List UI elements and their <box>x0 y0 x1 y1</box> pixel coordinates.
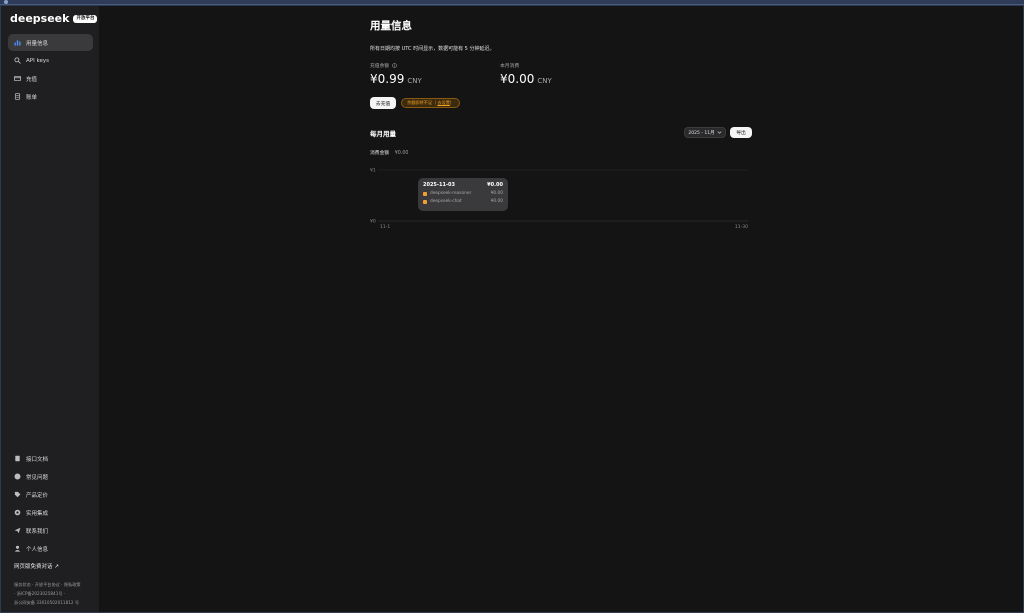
monthly-spend-stat: 本月消费 ¥0.00 CNY <box>500 62 552 86</box>
sidebar-item-label: API keys <box>26 57 49 64</box>
sidebar-item-contact[interactable]: 联系我们 <box>8 522 93 539</box>
footer-icp: · 浙ICP备2023025841号 · <box>14 591 66 596</box>
chart-tooltip: 2025-11-03 ¥0.00 deepseek-reasoner ¥0.00… <box>418 178 508 211</box>
receipt-icon <box>14 93 21 100</box>
sidebar-item-api-keys[interactable]: API keys <box>8 52 93 69</box>
tooltip-date: 2025-11-03 <box>423 182 455 188</box>
card-icon <box>14 75 21 82</box>
sidebar-item-label: 用量信息 <box>26 40 49 47</box>
warning-settings-link[interactable]: 去设置 <box>437 100 450 106</box>
brand[interactable]: deepseek 开放平台 <box>10 12 98 25</box>
sidebar-item-bills[interactable]: 账单 <box>8 88 93 105</box>
recharge-button[interactable]: 去充值 <box>370 97 396 109</box>
sidebar-footer: 服务状态 · 开放平台协议 · 隐私政策 · 浙ICP备2023025841号 … <box>14 580 96 607</box>
document-icon <box>14 455 21 462</box>
tooltip-row: deepseek-chat ¥0.00 <box>423 199 503 204</box>
sidebar-item-docs[interactable]: 接口文档 <box>8 450 93 467</box>
platform-badge: 开放平台 <box>73 14 98 23</box>
month-select-value: 2025 - 11月 <box>688 130 715 136</box>
series-swatch <box>423 199 427 204</box>
page-title: 用量信息 <box>370 20 412 32</box>
tooltip-series-name: deepseek-reasoner <box>430 191 472 196</box>
sidebar-item-label: 产品定价 <box>26 492 49 499</box>
balance-stat: 充值余额 ¥0.99 CNY <box>370 62 422 86</box>
question-icon <box>14 473 21 480</box>
balance-unit: CNY <box>407 77 422 85</box>
browser-tab[interactable] <box>985 0 1021 4</box>
total-spend-value: ¥0.00 <box>394 151 409 156</box>
total-spend-line: 消费金额 ¥0.00 <box>370 149 408 156</box>
sidebar-top-nav: 用量信息 API keys 充值 账单 <box>8 34 93 106</box>
sidebar: deepseek 开放平台 用量信息 API keys 充值 账单 接口文档 常… <box>1 6 99 612</box>
free-chat-link[interactable]: 网页版免费对话 ↗ <box>14 562 59 570</box>
search-icon <box>14 57 21 64</box>
tooltip-series-name: deepseek-chat <box>430 199 462 204</box>
balance-amount: ¥0.99 <box>370 72 405 86</box>
y-tick-label: ¥0 <box>370 219 376 225</box>
sidebar-item-label: 常见问题 <box>26 474 49 481</box>
footer-links[interactable]: 服务状态 · 开放平台协议 · 隐私政策 <box>14 580 96 589</box>
browser-tab[interactable] <box>185 0 205 4</box>
browser-menu-icon[interactable] <box>4 0 8 4</box>
warning-text: 余额即将不足 <box>407 100 433 105</box>
browser-tab[interactable] <box>114 0 154 4</box>
sidebar-item-label: 实用集成 <box>26 510 49 517</box>
browser-tab[interactable] <box>14 0 44 4</box>
bar-chart-icon <box>14 39 21 46</box>
sidebar-item-profile[interactable]: 个人信息 <box>8 540 93 557</box>
sidebar-item-label: 联系我们 <box>26 528 49 535</box>
browser-tab[interactable] <box>52 0 82 4</box>
sidebar-item-faq[interactable]: 常见问题 <box>8 468 93 485</box>
y-tick-label: ¥1 <box>370 168 376 174</box>
monthly-spend-unit: CNY <box>537 77 552 85</box>
balance-label: 充值余额 <box>370 64 390 69</box>
tooltip-series-value: ¥0.00 <box>490 199 503 204</box>
browser-tab[interactable] <box>160 0 180 4</box>
tooltip-series-value: ¥0.00 <box>490 191 503 196</box>
info-icon[interactable] <box>392 63 397 68</box>
monthly-spend-label: 本月消费 <box>500 64 520 69</box>
send-icon <box>14 527 21 534</box>
tooltip-row: deepseek-reasoner ¥0.00 <box>423 191 503 196</box>
sidebar-item-label: 充值 <box>26 76 38 83</box>
sidebar-item-label: 账单 <box>26 94 38 101</box>
app-frame <box>0 5 1024 613</box>
tooltip-total: ¥0.00 <box>487 182 503 188</box>
browser-tab[interactable] <box>88 0 108 4</box>
month-select[interactable]: 2025 - 11月 <box>684 127 726 138</box>
deepseek-logo: deepseek <box>10 12 70 25</box>
user-icon <box>14 545 21 552</box>
footer-police: 浙公网安备 33010502011812 号 <box>14 600 80 605</box>
x-tick-label: 11-30 <box>735 224 748 230</box>
sidebar-item-integrations[interactable]: 实用集成 <box>8 504 93 521</box>
series-swatch <box>423 191 427 196</box>
low-balance-warning: 余额即将不足 （去设置） <box>401 98 461 108</box>
usage-chart: ¥1 ¥0 11-1 11-30 2025-11-03 ¥0.00 deepseek-… <box>370 160 755 235</box>
monthly-usage-title: 每月用量 <box>370 130 396 138</box>
sidebar-item-pricing[interactable]: 产品定价 <box>8 486 93 503</box>
puzzle-icon <box>14 509 21 516</box>
monthly-spend-amount: ¥0.00 <box>500 72 535 86</box>
utc-notice: 所有日期均按 UTC 时间显示，数据可能有 5 分钟延迟。 <box>370 46 495 52</box>
total-spend-label: 消费金额 <box>370 151 390 156</box>
sidebar-item-label: 接口文档 <box>26 456 49 463</box>
tag-icon <box>14 491 21 498</box>
sidebar-item-usage[interactable]: 用量信息 <box>8 34 93 51</box>
x-tick-label: 11-1 <box>380 224 390 230</box>
chevron-down-icon <box>717 131 721 134</box>
export-button[interactable]: 导出 <box>730 127 752 138</box>
sidebar-item-recharge[interactable]: 充值 <box>8 70 93 87</box>
sidebar-bottom-nav: 接口文档 常见问题 产品定价 实用集成 联系我们 个人信息 <box>8 450 93 558</box>
sidebar-item-label: 个人信息 <box>26 546 49 553</box>
